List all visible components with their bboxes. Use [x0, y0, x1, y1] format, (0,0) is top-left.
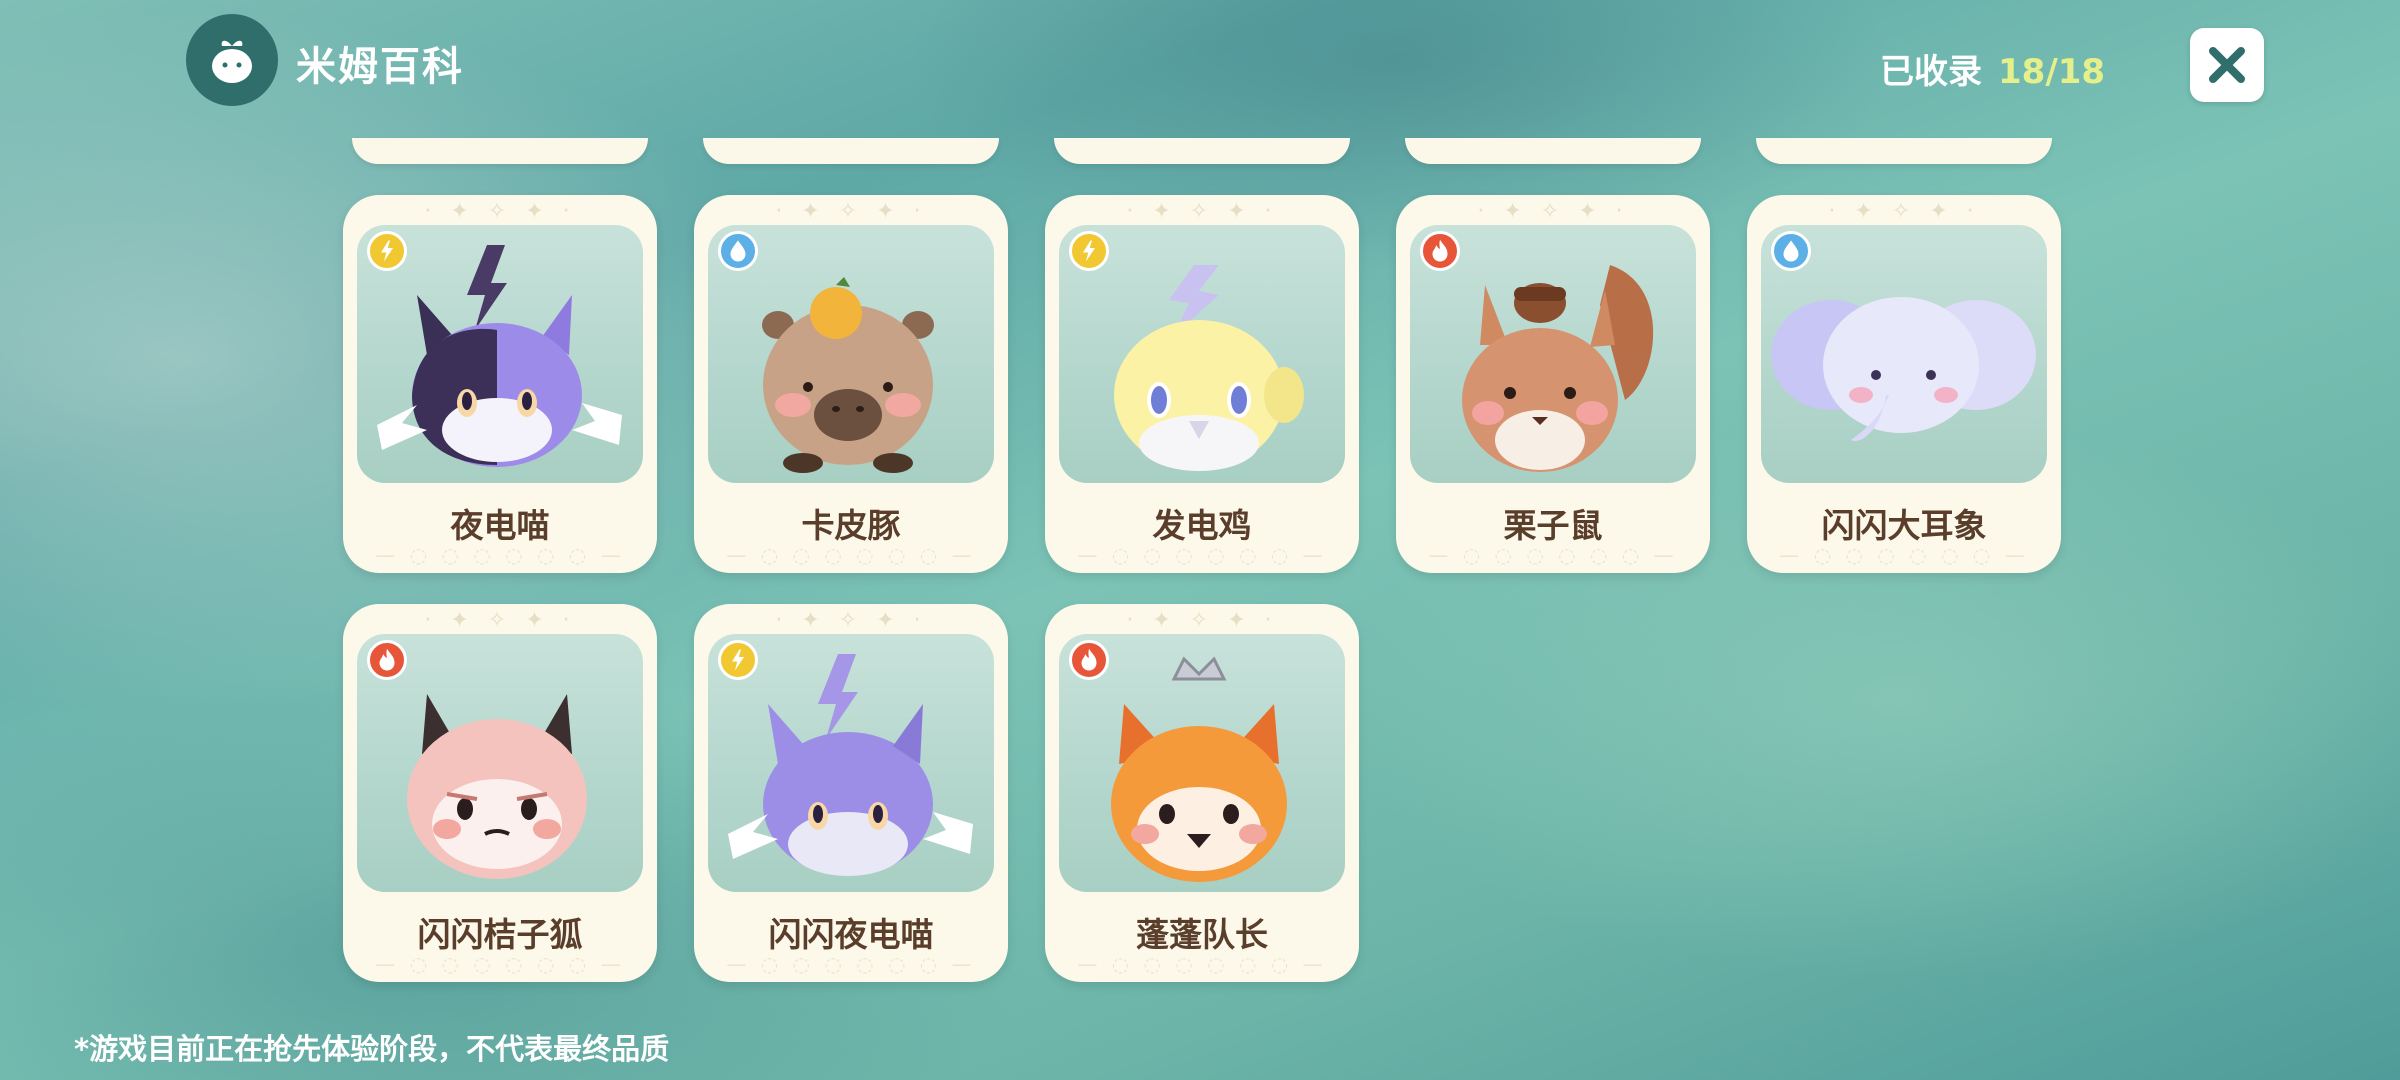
close-icon: [2209, 47, 2245, 83]
collection-counter: 已收录 18/18: [1880, 44, 2105, 93]
collected-count: 18/18: [1998, 52, 2106, 92]
creature-name: 栗子鼠: [1503, 506, 1603, 545]
fire-element-icon: [1420, 231, 1460, 271]
disclaimer-text: *游戏目前正在抢先体验阶段，不代表最终品质: [74, 1032, 670, 1066]
card-sparkle-decoration: · ✦ ✧ ✦ ·: [424, 199, 576, 224]
card-footer-decoration: — ◌ ◌ ◌ ◌ ◌ ◌ —: [1779, 543, 2029, 567]
card-footer-decoration: — ◌ ◌ ◌ ◌ ◌ ◌ —: [375, 952, 625, 976]
creature-card[interactable]: · ✦ ✧ ✦ · 卡皮豚 — ◌ ◌ ◌ ◌ ◌ ◌ —: [694, 195, 1008, 573]
page-title: 米姆百科: [296, 44, 464, 90]
card-footer-decoration: — ◌ ◌ ◌ ◌ ◌ ◌ —: [1428, 543, 1678, 567]
fire-element-icon: [367, 640, 407, 680]
card-sparkle-decoration: · ✦ ✧ ✦ ·: [1477, 199, 1629, 224]
card-sparkle-decoration: · ✦ ✧ ✦ ·: [1828, 199, 1980, 224]
card-partial[interactable]: [1756, 138, 2052, 164]
card-footer-decoration: — ◌ ◌ ◌ ◌ ◌ ◌ —: [726, 543, 976, 567]
creature-portrait: [1761, 225, 2047, 483]
creature-portrait: [708, 634, 994, 892]
collected-label: 已收录: [1880, 52, 1982, 92]
card-partial[interactable]: [352, 138, 648, 164]
card-footer-decoration: — ◌ ◌ ◌ ◌ ◌ ◌ —: [1077, 543, 1327, 567]
creature-card[interactable]: · ✦ ✧ ✦ · 发电鸡 — ◌ ◌ ◌ ◌ ◌ ◌ —: [1045, 195, 1359, 573]
creature-portrait: [357, 634, 643, 892]
card-partial[interactable]: [1054, 138, 1350, 164]
creature-card[interactable]: · ✦ ✧ ✦ · 闪闪桔子狐 — ◌ ◌ ◌ ◌ ◌ ◌ —: [343, 604, 657, 982]
card-footer-decoration: — ◌ ◌ ◌ ◌ ◌ ◌ —: [375, 543, 625, 567]
creature-name: 闪闪夜电喵: [768, 915, 934, 954]
creature-name: 蓬蓬队长: [1136, 915, 1268, 954]
creature-name: 卡皮豚: [801, 506, 901, 545]
creature-card[interactable]: · ✦ ✧ ✦ · 闪闪夜电喵 — ◌ ◌ ◌ ◌ ◌ ◌ —: [694, 604, 1008, 982]
creature-name: 发电鸡: [1152, 506, 1252, 545]
water-element-icon: [1771, 231, 1811, 271]
card-sparkle-decoration: · ✦ ✧ ✦ ·: [775, 199, 927, 224]
creature-card[interactable]: · ✦ ✧ ✦ · 夜电喵 — ◌ ◌ ◌ ◌ ◌ ◌ —: [343, 195, 657, 573]
close-button[interactable]: [2190, 28, 2264, 102]
card-footer-decoration: — ◌ ◌ ◌ ◌ ◌ ◌ —: [726, 952, 976, 976]
creature-portrait: [1059, 634, 1345, 892]
creature-name: 闪闪桔子狐: [417, 915, 583, 954]
card-sparkle-decoration: · ✦ ✧ ✦ ·: [775, 608, 927, 633]
card-footer-decoration: — ◌ ◌ ◌ ◌ ◌ ◌ —: [1077, 952, 1327, 976]
water-element-icon: [718, 231, 758, 271]
creature-name: 闪闪大耳象: [1821, 506, 1987, 545]
creature-card[interactable]: · ✦ ✧ ✦ · 闪闪大耳象 — ◌ ◌ ◌ ◌ ◌ ◌ —: [1747, 195, 2061, 573]
creature-portrait: [1410, 225, 1696, 483]
creature-card[interactable]: · ✦ ✧ ✦ · 栗子鼠 — ◌ ◌ ◌ ◌ ◌ ◌ —: [1396, 195, 1710, 573]
card-sparkle-decoration: · ✦ ✧ ✦ ·: [1126, 199, 1278, 224]
creature-portrait: [1059, 225, 1345, 483]
app-logo: [186, 14, 278, 106]
electric-element-icon: [367, 231, 407, 271]
creature-name: 夜电喵: [450, 506, 550, 545]
electric-element-icon: [1069, 231, 1109, 271]
creature-portrait: [708, 225, 994, 483]
creature-card[interactable]: · ✦ ✧ ✦ · 蓬蓬队长 — ◌ ◌ ◌ ◌ ◌ ◌ —: [1045, 604, 1359, 982]
creature-portrait: [357, 225, 643, 483]
card-partial[interactable]: [703, 138, 999, 164]
card-sparkle-decoration: · ✦ ✧ ✦ ·: [1126, 608, 1278, 633]
fire-element-icon: [1069, 640, 1109, 680]
electric-element-icon: [718, 640, 758, 680]
card-sparkle-decoration: · ✦ ✧ ✦ ·: [424, 608, 576, 633]
card-partial[interactable]: [1405, 138, 1701, 164]
sprout-seed-icon: [212, 40, 252, 83]
